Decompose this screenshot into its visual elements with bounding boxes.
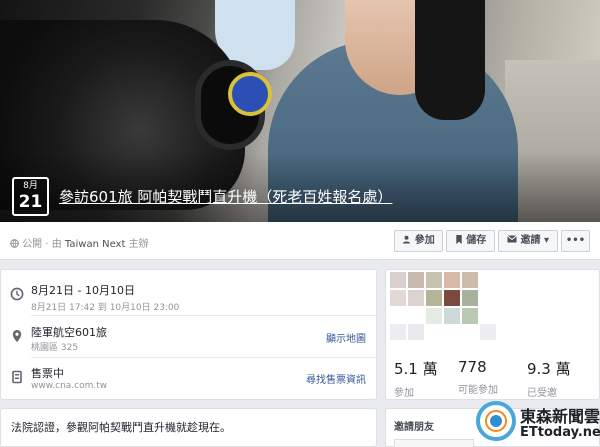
stat-invited[interactable]: 9.3 萬 已受邀 (527, 358, 571, 399)
event-time-detail: 8月21日 17:42 到 10月10日 23:00 (31, 303, 180, 313)
divider (31, 315, 376, 316)
show-map-link[interactable]: 顯示地圖 (326, 330, 366, 345)
avatar (408, 324, 424, 340)
avatar (444, 272, 460, 288)
event-guests-card: 5.1 萬 參加 778 可能參加 9.3 萬 已受邀 (385, 269, 600, 400)
save-button-label: 儲存 (466, 235, 487, 246)
stat-going[interactable]: 5.1 萬 參加 (394, 358, 438, 399)
invite-button[interactable]: 邀請 ▾ (498, 230, 558, 252)
avatar (426, 308, 442, 324)
event-time-title: 8月21日 - 10月10日 (31, 284, 135, 297)
stat-invited-label: 已受邀 (527, 388, 557, 399)
avatar (408, 272, 424, 288)
event-description-card: 法院認證，參觀阿帕契戰鬥直升機就趁現在。 (0, 408, 377, 447)
stat-going-value: 5.1 萬 (394, 360, 438, 378)
ticket-icon (10, 369, 24, 384)
chevron-down-icon: ▾ (543, 235, 549, 246)
person-icon (402, 235, 414, 246)
divider (31, 357, 376, 358)
join-button-label: 參加 (414, 235, 435, 246)
event-description: 法院認證，參觀阿帕契戰鬥直升機就趁現在。 (11, 421, 231, 434)
cover-hair (415, 0, 485, 120)
event-info-card: 8月21日 - 10月10日 8月21日 17:42 到 10月10日 23:0… (0, 269, 377, 400)
watermark-line2: ETtoday.net (520, 425, 600, 440)
avatar (462, 308, 478, 324)
avatar (444, 308, 460, 324)
avatar (426, 272, 442, 288)
avatar (444, 290, 460, 306)
avatar (462, 272, 478, 288)
event-location-detail: 桃園區 325 (31, 343, 79, 353)
clock-icon (10, 286, 24, 301)
avatar (408, 290, 424, 306)
find-tickets-link[interactable]: 尋找售票資訊 (306, 371, 366, 386)
avatar (390, 324, 406, 340)
stat-invited-value: 9.3 萬 (527, 360, 571, 378)
envelope-icon (507, 235, 520, 246)
invite-friends-title: 邀請朋友 (394, 422, 434, 433)
event-page: 8月 21 參訪601旅 阿帕契戰鬥直升機（死老百姓報名處） 公開 · 由 Ta… (0, 0, 600, 447)
more-icon: ••• (565, 235, 586, 246)
event-privacy: 公開 · 由 Taiwan Next 主辦 (10, 235, 149, 250)
more-button[interactable]: ••• (561, 230, 590, 252)
guest-avatars[interactable] (390, 270, 502, 340)
event-date-month: 8月 (23, 181, 38, 191)
cover-microphone (228, 72, 272, 116)
invite-friends-input[interactable] (394, 439, 474, 447)
map-pin-icon (10, 328, 24, 342)
ettoday-logo-icon (476, 401, 516, 441)
event-tickets-url[interactable]: www.cna.com.tw (31, 381, 107, 391)
stat-going-label: 參加 (394, 388, 414, 399)
bookmark-icon (455, 235, 466, 246)
watermark-line1: 東森新聞雲 (520, 407, 600, 426)
avatar (390, 290, 406, 306)
avatar (426, 290, 442, 306)
globe-icon (10, 239, 22, 250)
invite-button-label: 邀請 (520, 235, 541, 246)
privacy-label: 公開 (22, 239, 43, 250)
event-location-row: 陸軍航空601旅 桃園區 325 顯示地圖 (1, 324, 376, 360)
event-location-title[interactable]: 陸軍航空601旅 (31, 324, 107, 340)
event-action-bar: 公開 · 由 Taiwan Next 主辦 參加 儲存 邀請 ▾ ••• (0, 222, 600, 260)
event-title[interactable]: 參訪601旅 阿帕契戰鬥直升機（死老百姓報名處） (59, 186, 392, 207)
stat-maybe[interactable]: 778 可能參加 (458, 358, 498, 396)
host-suffix: 主辦 (128, 239, 149, 250)
host-prefix: 由 (51, 239, 62, 250)
host-link[interactable]: Taiwan Next (65, 239, 125, 250)
event-time-row: 8月21日 - 10月10日 8月21日 17:42 到 10月10日 23:0… (1, 282, 376, 318)
stat-maybe-value: 778 (458, 358, 487, 376)
ettoday-watermark: 東森新聞雲 ETtoday.net (476, 401, 600, 447)
event-tickets-row: 售票中 www.cna.com.tw 尋找售票資訊 (1, 365, 376, 399)
event-date-badge: 8月 21 (12, 177, 49, 216)
join-button[interactable]: 參加 (394, 230, 443, 252)
avatar (480, 324, 496, 340)
event-tickets-title: 售票中 (31, 367, 64, 380)
save-button[interactable]: 儲存 (446, 230, 495, 252)
avatar (390, 272, 406, 288)
stat-maybe-label: 可能參加 (458, 385, 498, 396)
event-date-day: 21 (18, 192, 43, 212)
event-cover-photo: 8月 21 參訪601旅 阿帕契戰鬥直升機（死老百姓報名處） (0, 0, 600, 222)
avatar (462, 290, 478, 306)
